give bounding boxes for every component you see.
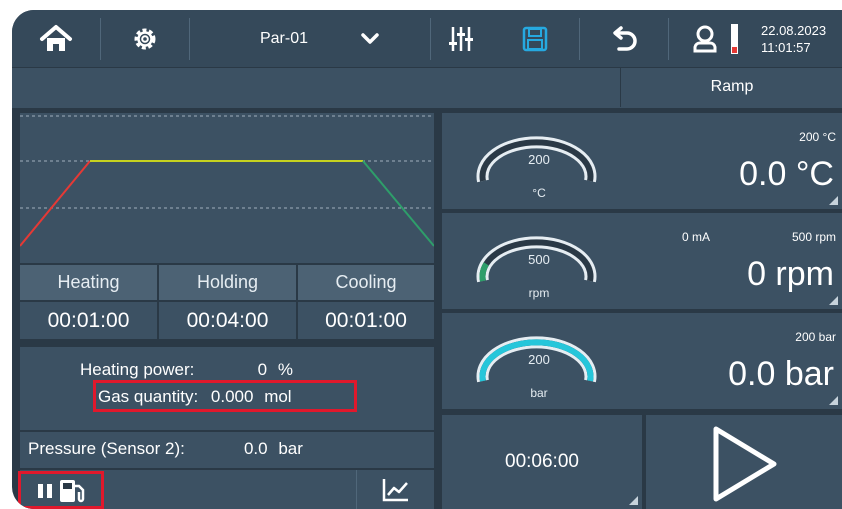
ramp-profile-panel: [19, 113, 435, 263]
stirrer-limit: 500 rpm: [791, 230, 836, 244]
temperature-setpoint: 200: [528, 152, 550, 167]
chevron-down-icon: [361, 32, 379, 44]
phase-label-cooling: Cooling: [298, 265, 434, 300]
mode-label[interactable]: Ramp: [620, 67, 842, 107]
program-select[interactable]: Par-01: [190, 10, 430, 67]
pressure-value: 0.0 bar: [728, 355, 834, 393]
stirrer-value: 0 rpm: [747, 255, 834, 293]
phase-time-heating[interactable]: 00:01:00: [20, 302, 157, 339]
chart-button[interactable]: [357, 470, 434, 509]
phase-time-holding[interactable]: 00:04:00: [159, 302, 296, 339]
pause-gas-highlight: [18, 471, 104, 509]
undo-button[interactable]: [580, 10, 668, 67]
timer-value: 00:06:00: [505, 451, 579, 472]
stirrer-setpoint: 500: [528, 252, 550, 267]
pressure-limit: 200 bar: [795, 330, 836, 344]
play-icon: [713, 426, 777, 502]
device-screen: Par-01 22.08.2023 11:01:57 Ramp Heating …: [12, 10, 842, 509]
timer-panel[interactable]: 00:06:00: [442, 415, 642, 509]
temperature-value: 0.0 °C: [739, 155, 834, 193]
ramp-profile-chart: [19, 115, 435, 247]
chart-icon: [382, 478, 408, 501]
pressure-sensor2-row: Pressure (Sensor 2): 0.0 bar: [28, 439, 303, 459]
pressure-card[interactable]: 200 bar 200 bar 0.0 bar: [442, 313, 842, 409]
pressure-sensor2-unit: bar: [278, 439, 303, 458]
user-button[interactable]: [669, 10, 761, 67]
pressure-corner-marker: [829, 396, 838, 405]
home-button[interactable]: [12, 10, 100, 67]
gas-quantity-highlight: [93, 380, 357, 412]
stirrer-unit: rpm: [528, 286, 550, 300]
save-icon: [522, 26, 548, 51]
heating-power-value: 0: [257, 360, 268, 379]
sliders-icon: [449, 26, 473, 51]
stirrer-card[interactable]: 500 rpm 0 mA 500 rpm 0 rpm: [442, 213, 842, 309]
level-icon: [730, 23, 738, 54]
cooling-segment: [362, 160, 435, 247]
gear-icon: [134, 28, 156, 49]
pressure-sensor2-label: Pressure (Sensor 2):: [28, 439, 185, 458]
phase-time-cooling[interactable]: 00:01:00: [298, 302, 434, 339]
temperature-unit: °C: [532, 186, 546, 200]
stirrer-current: 0 mA: [682, 230, 711, 244]
temperature-card[interactable]: 200 °C 200 °C 0.0 °C: [442, 113, 842, 209]
temperature-corner-marker: [829, 196, 838, 205]
top-bar: Par-01 22.08.2023 11:01:57: [12, 10, 842, 67]
pressure-sensor2-value: 0.0: [243, 439, 268, 458]
parameters-button[interactable]: [431, 10, 491, 67]
pressure-setpoint: 200: [528, 352, 550, 367]
heating-power-row: Heating power: 0 %: [80, 360, 293, 380]
home-icon: [40, 24, 72, 51]
program-name: Par-01: [259, 29, 309, 47]
save-button[interactable]: [491, 10, 579, 67]
date-text: 22.08.2023: [761, 22, 827, 38]
time-text: 11:01:57: [761, 39, 811, 55]
stirrer-corner-marker: [829, 296, 838, 305]
heating-segment: [19, 160, 91, 247]
user-icon: [693, 25, 716, 52]
undo-icon: [613, 25, 637, 51]
temperature-limit: 200 °C: [799, 130, 836, 144]
pressure-unit: bar: [530, 386, 548, 400]
heating-power-label: Heating power:: [80, 360, 195, 379]
start-button[interactable]: [646, 415, 842, 509]
datetime: 22.08.2023 11:01:57: [761, 10, 842, 67]
phase-label-heating: Heating: [20, 265, 157, 300]
timer-corner-marker: [629, 496, 638, 505]
settings-button[interactable]: [101, 10, 189, 67]
heating-power-unit: %: [277, 360, 293, 379]
phase-label-holding: Holding: [159, 265, 296, 300]
